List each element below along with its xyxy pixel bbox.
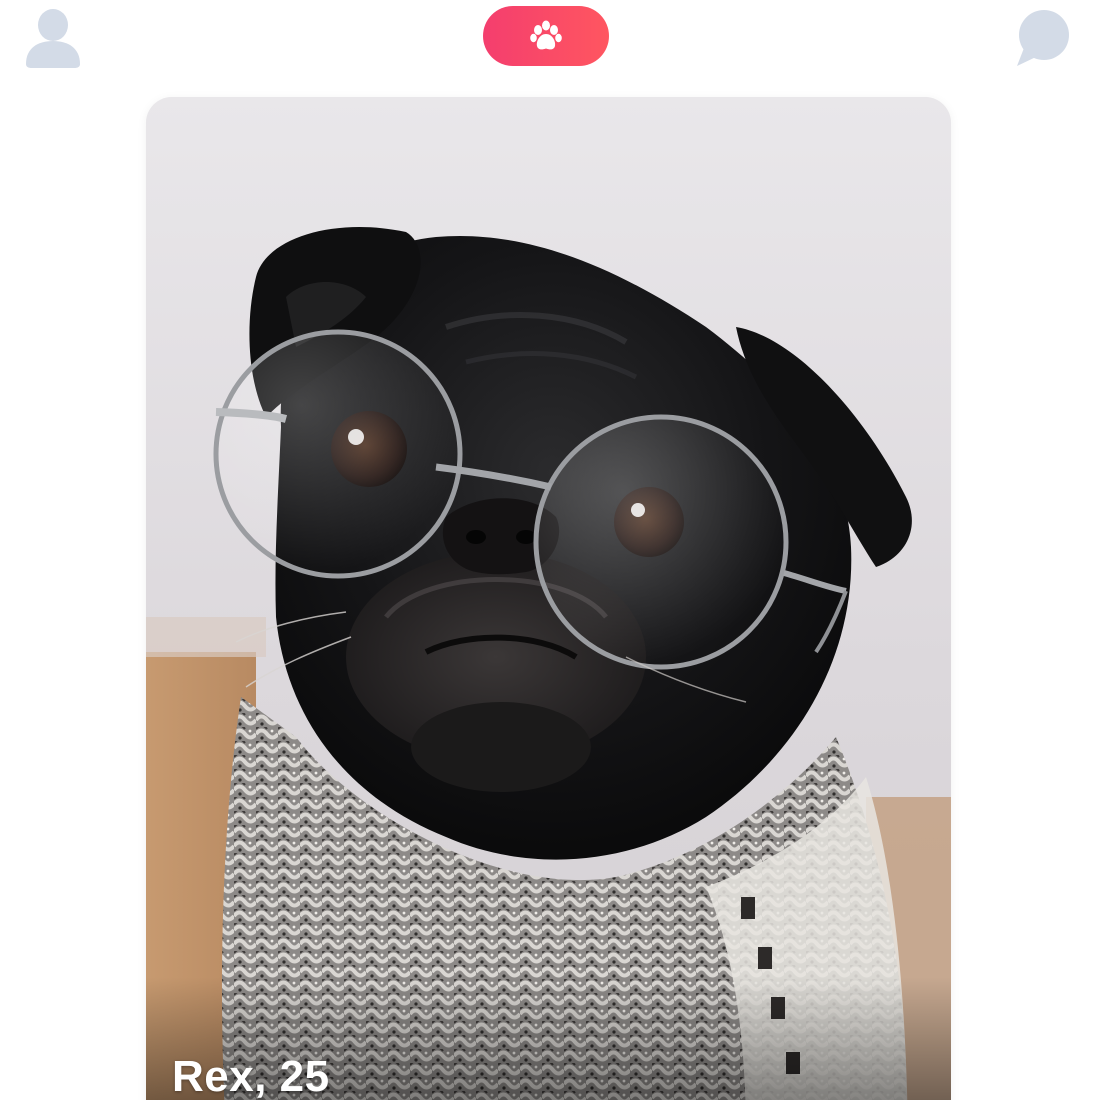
chat-bubble-icon — [1017, 10, 1069, 66]
paw-icon — [530, 20, 562, 50]
profile-button[interactable] — [20, 4, 86, 70]
top-nav-bar — [0, 0, 1100, 90]
app-window: Rex, 25 — [0, 0, 1100, 1100]
card-name-age: Rex, 25 — [172, 1052, 330, 1100]
home-tab-button[interactable] — [483, 6, 609, 66]
profile-card[interactable]: Rex, 25 — [146, 97, 951, 1100]
chat-button[interactable] — [1006, 2, 1076, 72]
pug-with-round-glasses-photo — [146, 97, 951, 1100]
person-icon — [26, 9, 80, 68]
